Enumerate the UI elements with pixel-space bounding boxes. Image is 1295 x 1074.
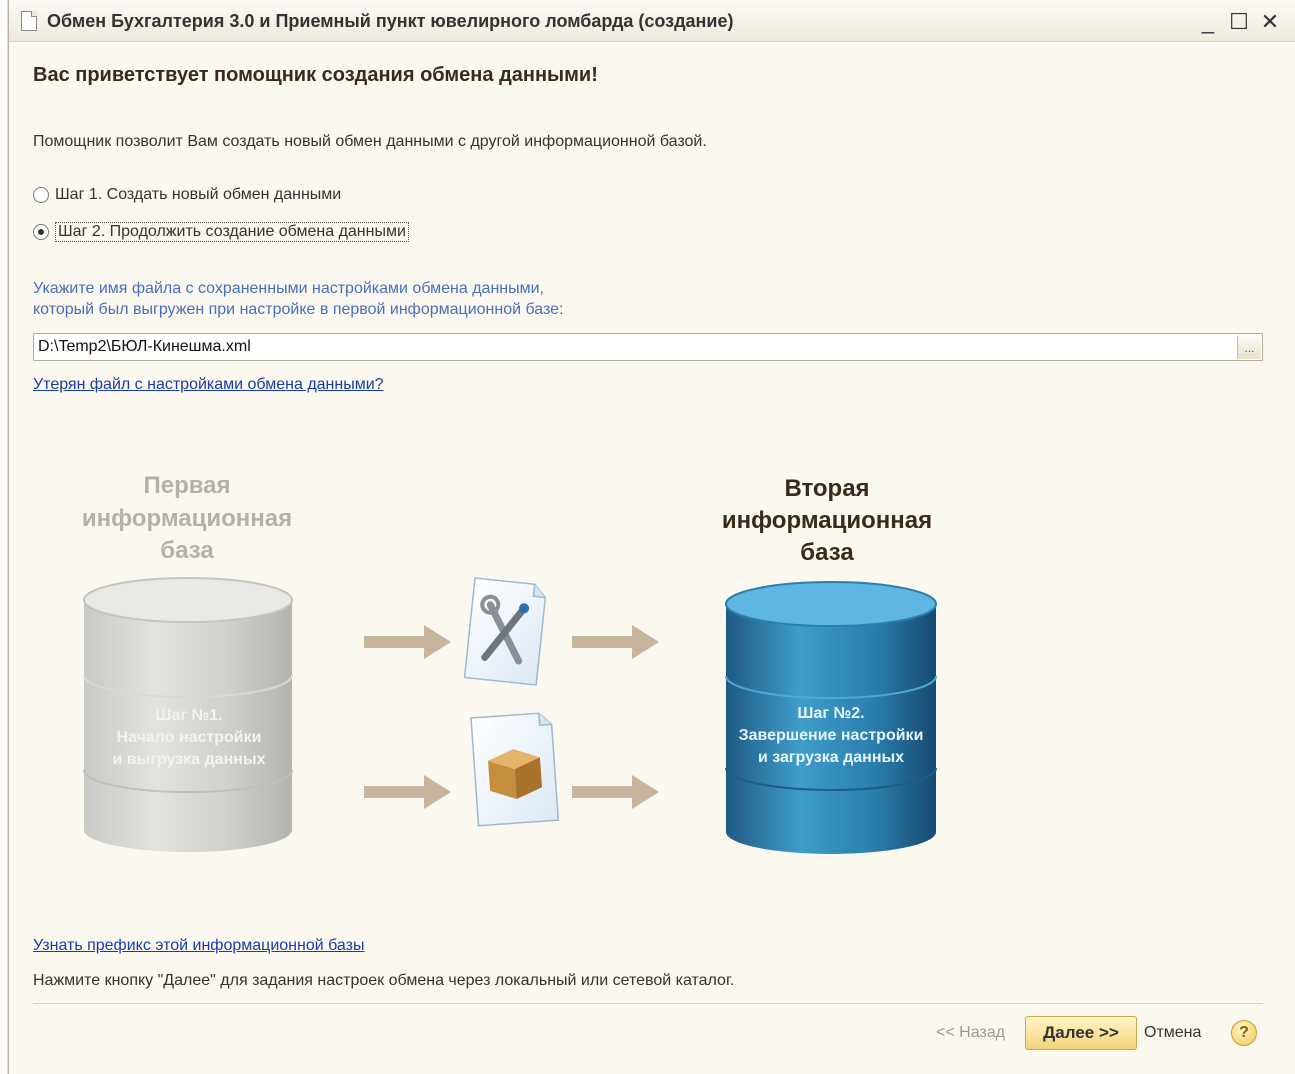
window-title: Обмен Бухгалтерия 3.0 и Приемный пункт ю… — [47, 11, 734, 31]
second-db-title-line2: информационная — [722, 507, 932, 534]
lost-settings-file-link[interactable]: Утерян файл с настройками обмена данными… — [33, 376, 384, 394]
data-package-file-icon — [470, 712, 560, 827]
second-db-step-line1: Шаг №2. — [797, 705, 864, 722]
arrow-icon — [572, 625, 659, 659]
arrow-icon — [364, 775, 451, 809]
exchange-wizard-window: Обмен Бухгалтерия 3.0 и Приемный пункт ю… — [8, 0, 1295, 1074]
arrows-to-second-db — [572, 625, 659, 809]
first-db-step-line1: Шаг №1. — [155, 707, 222, 724]
step2-label: Шаг 2. Продолжить создание обмена данным… — [55, 222, 409, 242]
maximize-button[interactable]: ☐ — [1226, 9, 1252, 35]
file-hint: Укажите имя файла с сохраненными настрой… — [33, 278, 564, 320]
step1-radio[interactable] — [33, 187, 49, 203]
step2-radio[interactable] — [33, 224, 49, 240]
exchange-illustration: Первая информационная база Вторая информ… — [82, 472, 937, 854]
document-icon — [21, 11, 37, 31]
browse-button[interactable]: ... — [1237, 335, 1261, 359]
file-hint-line2: который был выгружен при настройке в пер… — [33, 301, 564, 318]
first-db-title-line2: информационная — [82, 505, 292, 532]
first-db-title-line3: база — [160, 537, 214, 564]
second-db-title: Вторая информационная база — [722, 475, 932, 566]
footer-separator — [33, 1003, 1263, 1004]
first-db-step-line3: и выгрузка данных — [113, 751, 266, 768]
step1-option[interactable]: Шаг 1. Создать новый обмен данными — [33, 186, 341, 204]
arrow-icon — [572, 775, 659, 809]
second-db-title-line1: Вторая — [784, 475, 869, 502]
second-db-step-line2: Завершение настройки — [739, 727, 924, 744]
title-bar: Обмен Бухгалтерия 3.0 и Приемный пункт ю… — [9, 0, 1295, 42]
next-instruction: Нажмите кнопку "Далее" для задания настр… — [33, 972, 735, 989]
page-heading: Вас приветствует помощник создания обмен… — [33, 64, 598, 86]
second-db-step-line3: и загрузка данных — [758, 749, 904, 766]
arrows-to-files — [364, 625, 451, 809]
left-window-edge — [0, 0, 8, 1074]
arrow-icon — [364, 625, 451, 659]
file-hint-line1: Укажите имя файла с сохраненными настрой… — [33, 280, 544, 297]
settings-file-path[interactable]: D:\Temp2\БЮЛ-Кинешма.xml — [38, 338, 251, 356]
minimize-button[interactable]: _ — [1195, 9, 1221, 35]
cancel-button[interactable]: Отмена — [1144, 1024, 1201, 1042]
settings-file-input[interactable]: D:\Temp2\БЮЛ-Кинешма.xml ... — [33, 333, 1263, 361]
step1-label: Шаг 1. Создать новый обмен данными — [55, 186, 342, 203]
settings-file-icon — [463, 577, 547, 686]
intro-text: Помощник позволит Вам создать новый обме… — [33, 133, 707, 150]
help-icon[interactable]: ? — [1231, 1020, 1257, 1046]
step2-option[interactable]: Шаг 2. Продолжить создание обмена данным… — [33, 222, 409, 242]
first-db-step-line2: Начало настройки — [117, 729, 262, 746]
back-button[interactable]: << Назад — [936, 1024, 1005, 1042]
database-prefix-link[interactable]: Узнать префикс этой информационной базы — [33, 937, 364, 955]
close-button[interactable]: ✕ — [1257, 9, 1283, 35]
next-button[interactable]: Далее >> — [1025, 1016, 1137, 1050]
first-db-title-line1: Первая — [143, 472, 230, 499]
first-db-title: Первая информационная база — [82, 472, 292, 564]
second-db-title-line3: база — [800, 539, 854, 566]
